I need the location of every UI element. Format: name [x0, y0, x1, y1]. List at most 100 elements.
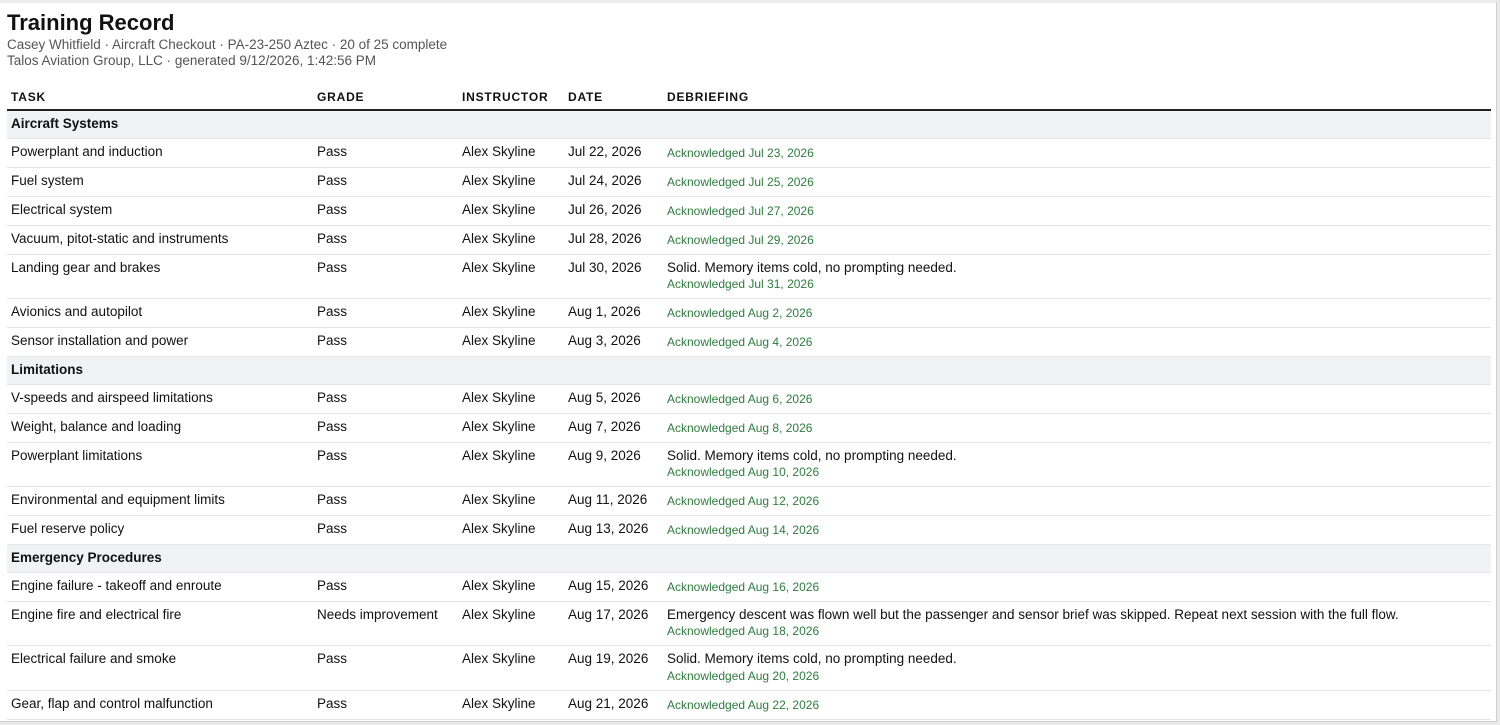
instructor-cell: Alex Skyline: [458, 384, 564, 414]
grade-cell: Pass: [313, 384, 458, 414]
grade-cell: Pass: [313, 719, 458, 721]
grade-cell: Pass: [313, 298, 458, 328]
instructor-cell: Alex Skyline: [458, 327, 564, 357]
instructor-cell: Alex Skyline: [458, 719, 564, 721]
acknowledged-status: Acknowledged Jul 25, 2026: [667, 174, 814, 189]
task-cell: Gear, flap and control malfunction: [7, 690, 313, 720]
table-row: Landing gear and brakes Pass Alex Skyline J…: [7, 254, 1491, 299]
section-title: Limitations: [7, 356, 1491, 385]
grade-cell: Pass: [313, 138, 458, 168]
section-row: Aircraft Systems: [7, 110, 1491, 139]
instructor-cell: Alex Skyline: [458, 645, 564, 691]
date-cell: Aug 13, 2026: [564, 515, 663, 545]
grade-cell: Pass: [313, 690, 458, 720]
grade-cell: Pass: [313, 572, 458, 602]
instructor-cell: Alex Skyline: [458, 254, 564, 299]
date-cell: Aug 23, 2026: [564, 719, 663, 721]
debriefing-note: Emergency descent was flown well but the…: [667, 606, 1399, 622]
debriefing-cell: Acknowledged Aug 14, 2026: [663, 515, 1491, 545]
table-row: Emergency descent and off-airport landin…: [7, 719, 1491, 721]
task-cell: Environmental and equipment limits: [7, 486, 313, 516]
table-row: Electrical system Pass Alex Skyline Jul 26,…: [7, 196, 1491, 226]
instructor-cell: Alex Skyline: [458, 486, 564, 516]
table-row: Gear, flap and control malfunction Pass Al…: [7, 690, 1491, 720]
debriefing-cell: Acknowledged Aug 16, 2026: [663, 572, 1491, 602]
debriefing-note: Solid. Memory items cold, no prompting n…: [667, 259, 957, 275]
task-cell: Vacuum, pitot-static and instruments: [7, 225, 313, 255]
acknowledged-status: Acknowledged Aug 18, 2026: [667, 624, 820, 638]
section-title: Emergency Procedures: [7, 544, 1491, 573]
debriefing-cell: Acknowledged Aug 22, 2026: [663, 690, 1491, 720]
grade-cell: Pass: [313, 254, 458, 299]
acknowledged-status: Acknowledged Aug 14, 2026: [667, 523, 820, 537]
task-cell: Powerplant limitations: [7, 442, 313, 487]
task-cell: Powerplant and induction: [7, 138, 313, 168]
task-cell: Weight, balance and loading: [7, 413, 313, 443]
column-header-grade: GRADE: [313, 87, 458, 111]
header-row: TASK GRADE INSTRUCTOR DATE DEBRIEFING: [7, 87, 1491, 111]
debriefing-cell: Solid. Memory items cold, no prompting n…: [663, 442, 1491, 487]
task-cell: Avionics and autopilot: [7, 298, 313, 328]
date-cell: Aug 5, 2026: [564, 384, 663, 414]
acknowledged-status: Acknowledged Aug 12, 2026: [667, 494, 820, 508]
acknowledged-status: Acknowledged Aug 2, 2026: [667, 306, 813, 320]
acknowledged-status: Acknowledged Aug 20, 2026: [667, 668, 820, 683]
column-header-date: DATE: [564, 87, 663, 111]
grade-cell: Pass: [313, 225, 458, 255]
instructor-cell: Alex Skyline: [458, 167, 564, 197]
debriefing-cell: Acknowledged Jul 29, 2026: [663, 225, 1491, 255]
debriefing-cell: Acknowledged Jul 23, 2026: [663, 138, 1491, 168]
grade-cell: Pass: [313, 515, 458, 545]
acknowledged-status: Acknowledged Jul 27, 2026: [667, 203, 814, 218]
table-row: Engine failure - takeoff and enroute Pass…: [7, 572, 1491, 602]
acknowledged-status: Acknowledged Aug 8, 2026: [667, 420, 813, 435]
debriefing-cell: Acknowledged Aug 12, 2026: [663, 486, 1491, 516]
table-row: Sensor installation and power Pass Alex Sk…: [7, 327, 1491, 357]
task-cell: Electrical system: [7, 196, 313, 226]
date-cell: Aug 19, 2026: [564, 645, 663, 691]
instructor-cell: Alex Skyline: [458, 225, 564, 255]
debriefing-cell: Acknowledged Aug 6, 2026: [663, 384, 1491, 414]
date-cell: Aug 11, 2026: [564, 486, 663, 516]
acknowledged-status: Acknowledged Aug 4, 2026: [667, 335, 813, 349]
date-cell: Aug 15, 2026: [564, 572, 663, 602]
instructor-cell: Alex Skyline: [458, 572, 564, 602]
grade-cell: Needs improvement: [313, 601, 458, 646]
date-cell: Jul 22, 2026: [564, 138, 663, 168]
section-row: Emergency Procedures: [7, 544, 1491, 573]
task-cell: Sensor installation and power: [7, 327, 313, 357]
debriefing-cell: Solid. Memory items cold, no prompting n…: [663, 254, 1491, 299]
table-header: TASK GRADE INSTRUCTOR DATE DEBRIEFING: [7, 87, 1491, 111]
column-header-task: TASK: [7, 87, 313, 111]
task-cell: Engine fire and electrical fire: [7, 601, 313, 646]
date-cell: Jul 26, 2026: [564, 196, 663, 226]
grade-cell: Pass: [313, 413, 458, 443]
training-record-page: Training Record Casey Whitfield · Aircra…: [0, 0, 1497, 722]
instructor-cell: Alex Skyline: [458, 413, 564, 443]
debriefing-note: Solid. Memory items cold, no prompting n…: [667, 651, 957, 666]
debriefing-note: Solid. Memory items cold, no prompting n…: [667, 447, 957, 463]
task-cell: Fuel reserve policy: [7, 515, 313, 545]
column-header-instructor: INSTRUCTOR: [458, 87, 564, 111]
debriefing-cell: Acknowledged Jul 27, 2026: [663, 196, 1491, 226]
acknowledged-status: Acknowledged Jul 29, 2026: [667, 232, 814, 247]
debriefing-cell: Acknowledged Aug 4, 2026: [663, 327, 1491, 357]
page-title: Training Record: [7, 10, 175, 35]
task-cell: V-speeds and airspeed limitations: [7, 384, 313, 414]
acknowledged-status: Acknowledged Aug 22, 2026: [667, 697, 820, 712]
grade-cell: Pass: [313, 645, 458, 691]
table-row: Powerplant and induction Pass Alex Skyline…: [7, 138, 1491, 168]
date-cell: Aug 17, 2026: [564, 601, 663, 646]
debriefing-cell: Acknowledged Aug 24, 2026: [663, 719, 1491, 721]
task-cell: Landing gear and brakes: [7, 254, 313, 299]
record-header: Training Record Casey Whitfield · Aircra…: [7, 9, 447, 68]
instructor-cell: Alex Skyline: [458, 515, 564, 545]
task-cell: Fuel system: [7, 167, 313, 197]
acknowledged-status: Acknowledged Jul 31, 2026: [667, 277, 814, 291]
debriefing-cell: Emergency descent was flown well but the…: [663, 601, 1491, 646]
table-row: Electrical failure and smoke Pass Alex Sky…: [7, 645, 1491, 691]
instructor-cell: Alex Skyline: [458, 196, 564, 226]
acknowledged-status: Acknowledged Aug 10, 2026: [667, 465, 820, 479]
table-row: Vacuum, pitot-static and instruments Pass…: [7, 225, 1491, 255]
table-body: Aircraft Systems Powerplant and induction…: [7, 110, 1491, 721]
